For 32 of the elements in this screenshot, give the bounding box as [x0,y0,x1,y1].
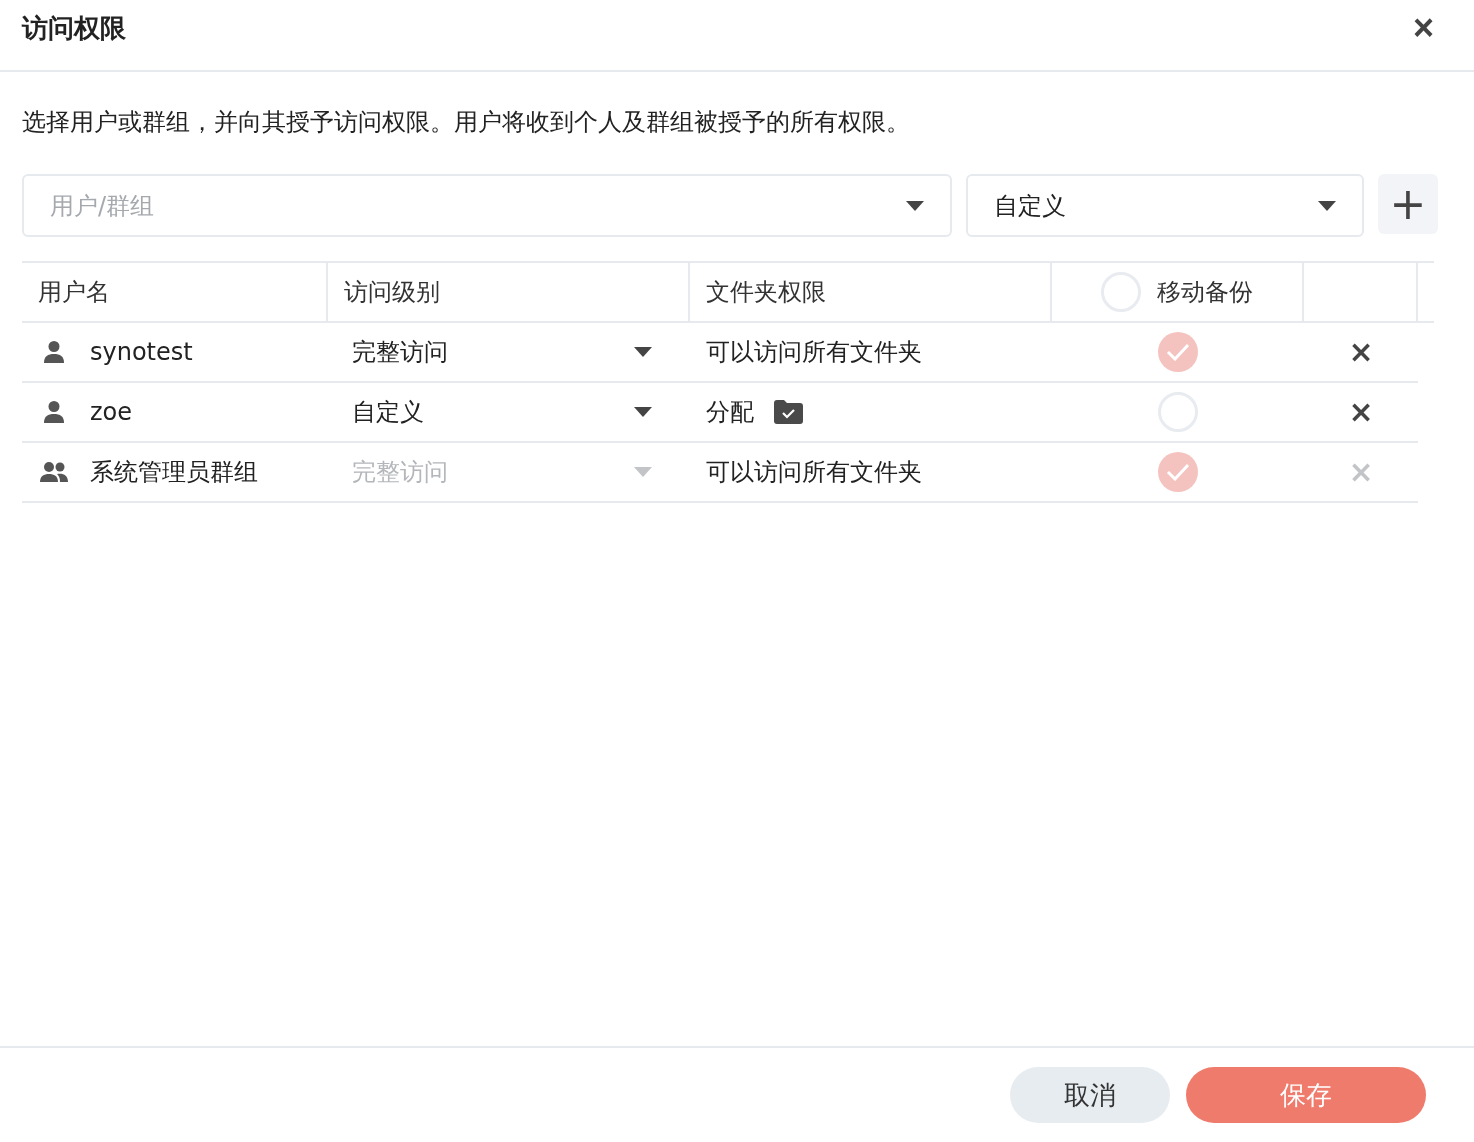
person-icon [44,341,64,363]
caret-icon [634,347,652,357]
column-header: 用户名 [38,277,110,308]
caret-icon [906,200,924,211]
caret-icon [634,467,652,477]
remove-button[interactable]: × [1348,337,1374,367]
people-icon [40,462,68,482]
check-icon [1166,463,1190,481]
caret-icon [1318,200,1336,211]
access-level-text[interactable]: 自定义 [352,396,424,428]
add-button[interactable]: + [1378,174,1438,234]
close-button[interactable]: × [1412,10,1434,46]
user-name: synotest [90,338,193,366]
folder-permission: 可以访问所有文件夹 [706,457,922,488]
person-icon [44,401,64,423]
caret-icon [634,407,652,417]
folder-check-icon [774,400,803,424]
user-name: zoe [90,398,133,426]
folder-permission: 分配 [706,397,754,428]
column-header: 文件夹权限 [706,277,826,308]
check-icon [1166,343,1190,361]
cancel-button[interactable]: 取消 [1010,1067,1170,1123]
backup-checkbox[interactable] [1158,332,1198,372]
access-level-select[interactable]: 自定义 [966,174,1364,237]
access-level-text[interactable]: 完整访问 [352,336,448,368]
folder-permission: 可以访问所有文件夹 [706,337,922,368]
column-header: 访问级别 [344,277,440,308]
column-header: 移动备份 [1157,277,1253,308]
remove-button[interactable]: × [1348,397,1374,427]
dialog-title: 访问权限 [22,11,126,45]
user-name: 系统管理员群组 [90,457,258,488]
description-text: 选择用户或群组，并向其授予访问权限。用户将收到个人及群组被授予的所有权限。 [22,107,911,138]
